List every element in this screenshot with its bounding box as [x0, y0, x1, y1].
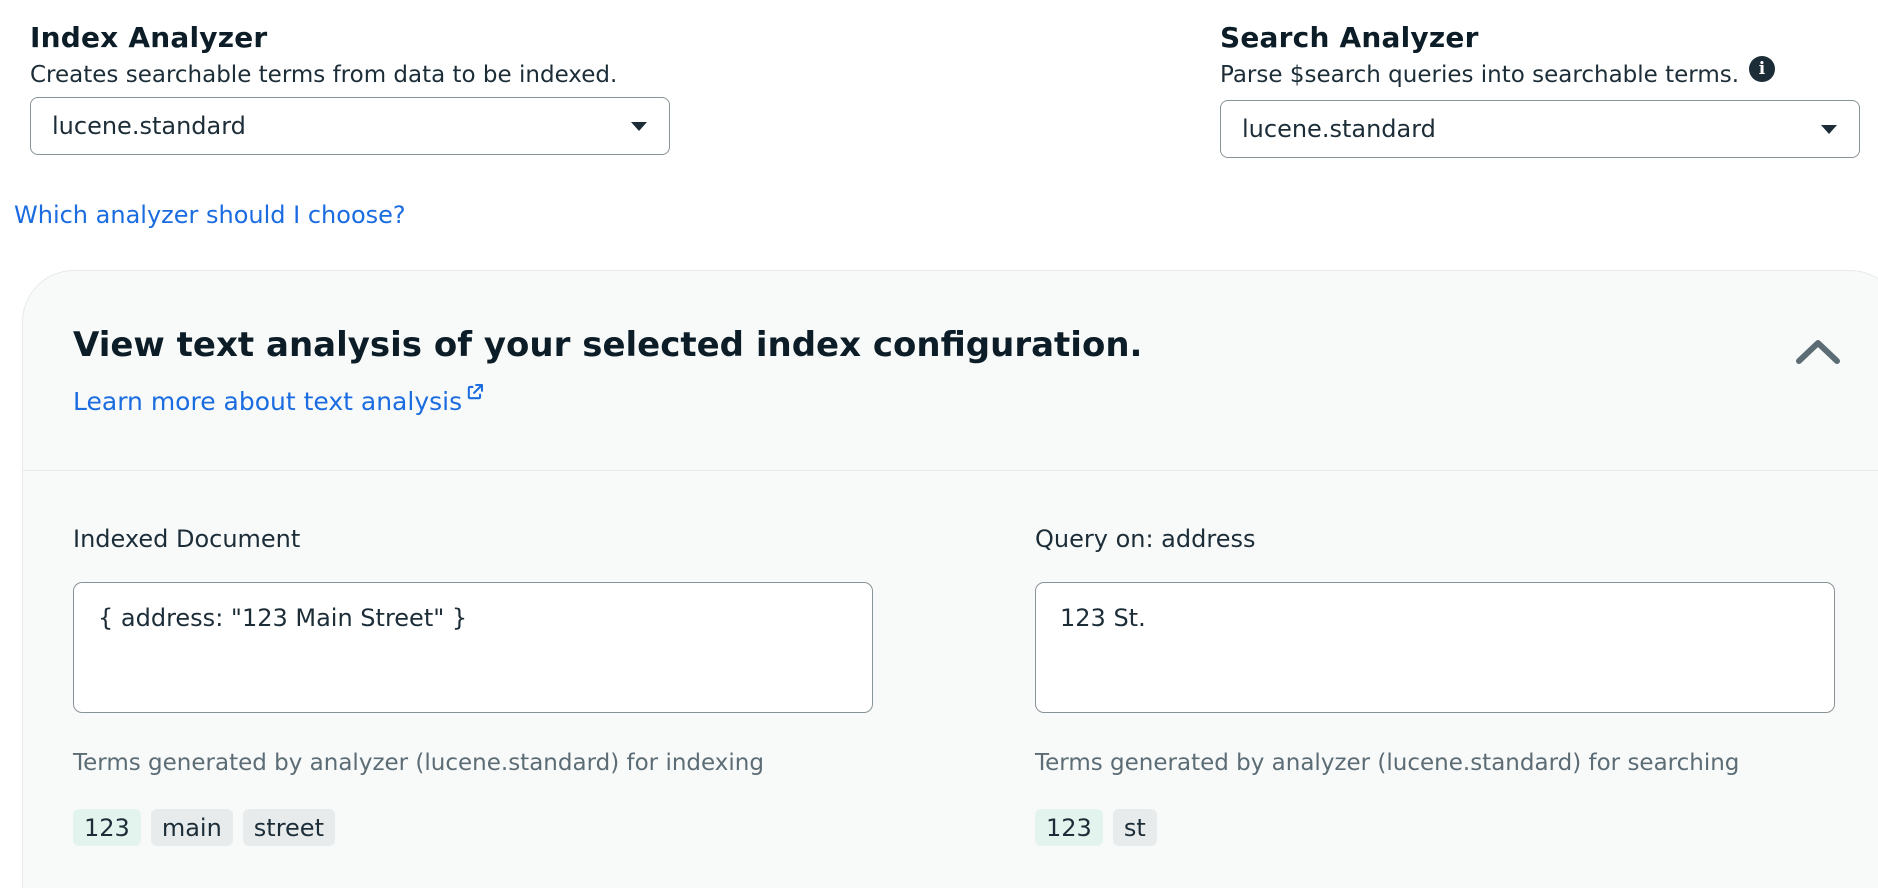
analyzer-settings: Index Analyzer Creates searchable terms … [0, 0, 1878, 888]
external-link-icon [467, 384, 484, 400]
caret-down-icon [1821, 124, 1837, 134]
indexed-document-input[interactable]: { address: "123 Main Street" } [73, 582, 873, 713]
chevron-up-icon[interactable] [1793, 331, 1843, 371]
search-analyzer-title: Search Analyzer [1220, 21, 1479, 54]
matched-term-chip: 123 [1035, 809, 1103, 846]
query-input[interactable]: 123 St. [1035, 582, 1835, 713]
index-analyzer-section: Index Analyzer Creates searchable terms … [30, 18, 670, 155]
learn-more-link-text: Learn more about text analysis [73, 387, 463, 416]
search-terms-list: 123st [1035, 809, 1835, 846]
learn-more-link[interactable]: Learn more about text analysis [73, 384, 484, 416]
info-icon[interactable]: i [1749, 56, 1776, 82]
search-analyzer-select[interactable]: lucene.standard [1220, 100, 1860, 158]
index-analyzer-selected-value: lucene.standard [52, 112, 246, 140]
search-analyzer-description: Parse $search queries into searchable te… [1220, 56, 1860, 90]
index-analyzer-description: Creates searchable terms from data to be… [30, 60, 670, 90]
index-analyzer-select[interactable]: lucene.standard [30, 97, 670, 155]
matched-term-chip: 123 [73, 809, 141, 846]
search-analyzer-section: Search Analyzer Parse $search queries in… [1220, 18, 1860, 158]
text-analysis-panel: View text analysis of your selected inde… [22, 270, 1878, 888]
search-analyzer-description-text: Parse $search queries into searchable te… [1220, 62, 1740, 88]
which-analyzer-link[interactable]: Which analyzer should I choose? [14, 201, 406, 229]
indexed-document-section: Indexed Document { address: "123 Main St… [73, 523, 873, 846]
indexed-document-label: Indexed Document [73, 525, 301, 553]
text-analysis-panel-header: View text analysis of your selected inde… [23, 271, 1878, 471]
indexing-terms-label: Terms generated by analyzer (lucene.stan… [73, 750, 764, 776]
search-terms-label: Terms generated by analyzer (lucene.stan… [1035, 750, 1740, 776]
term-chip: main [150, 809, 233, 846]
indexing-terms-list: 123 main street [73, 809, 873, 846]
caret-down-icon [631, 121, 647, 131]
term-chip: st [1112, 809, 1157, 846]
index-analyzer-title: Index Analyzer [30, 21, 268, 54]
query-section: Query on: address 123 St. Terms generate… [1035, 523, 1835, 846]
text-analysis-title: View text analysis of your selected inde… [73, 325, 1143, 365]
search-analyzer-selected-value: lucene.standard [1242, 115, 1436, 143]
query-label: Query on: address [1035, 525, 1256, 553]
term-chip: street [242, 809, 335, 846]
index-analyzer-description-text: Creates searchable terms from data to be… [30, 62, 618, 88]
